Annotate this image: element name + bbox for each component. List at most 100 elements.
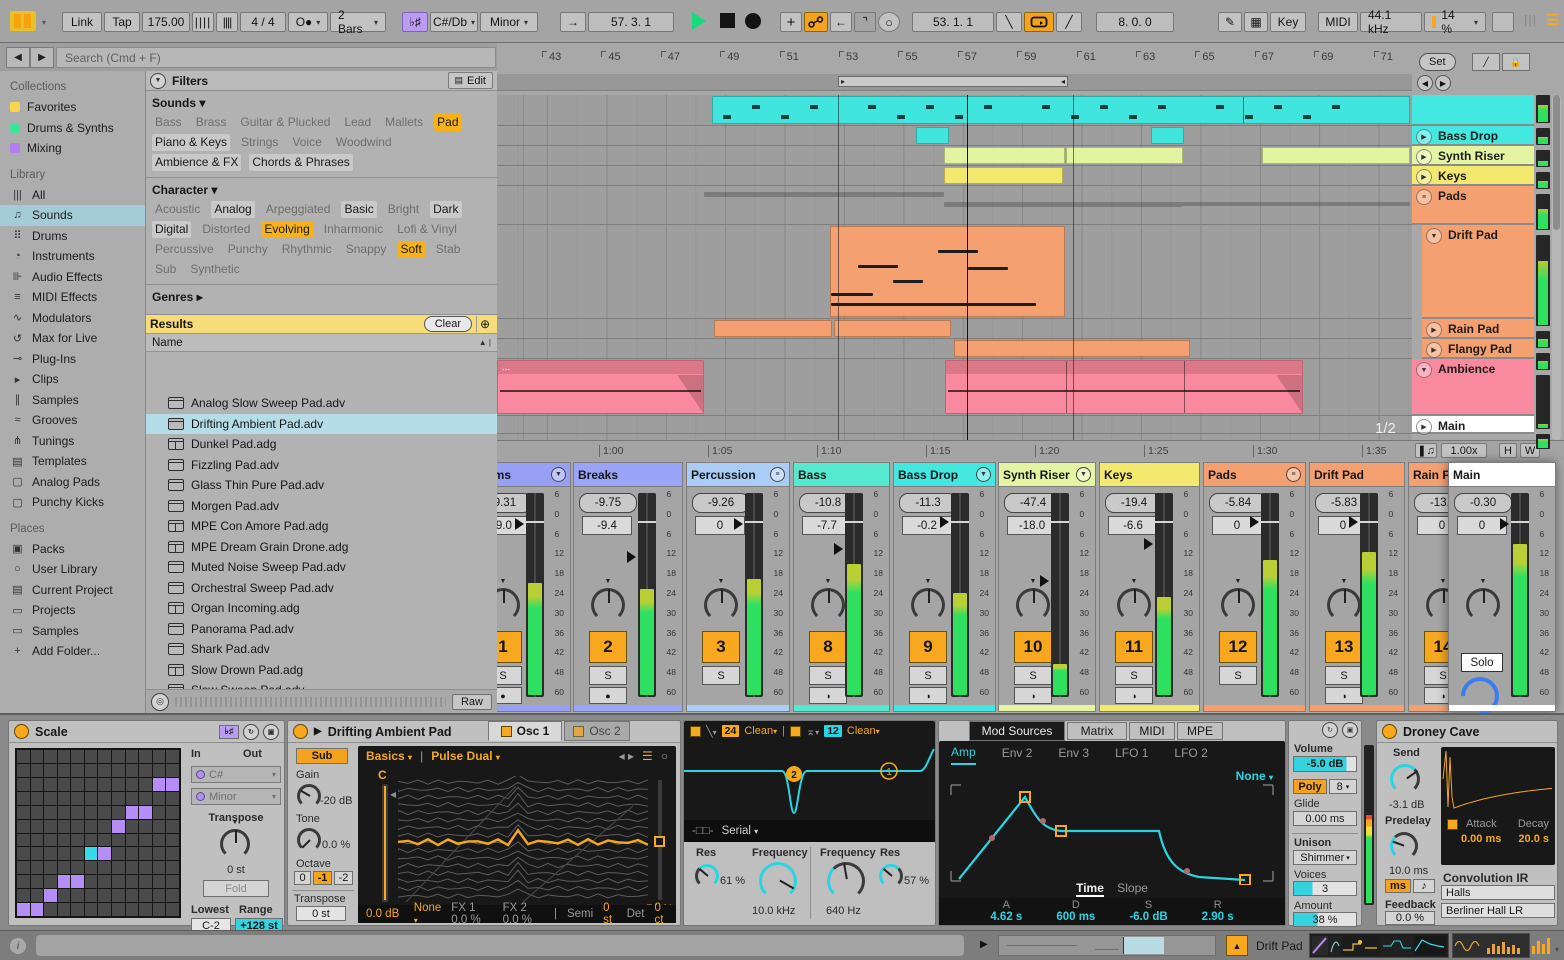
wavetable-position-slider[interactable] [654, 780, 665, 900]
result-item[interactable]: Dunkel Pad.adg [146, 434, 497, 455]
filter-tag-punchy[interactable]: Punchy [225, 241, 271, 258]
sidebar-item-tunings[interactable]: ⋔ Tunings [0, 431, 145, 452]
scale-grid-cell[interactable] [30, 750, 44, 763]
scale-grid-cell[interactable] [139, 875, 152, 889]
lane-drums[interactable] [497, 95, 1412, 126]
sidebar-item-current-project[interactable]: ▤ Current Project [0, 580, 145, 601]
filter-tag-snappy[interactable]: Snappy [343, 241, 390, 258]
scale-grid-cell[interactable] [139, 889, 152, 903]
sub-button[interactable]: Sub [296, 748, 348, 764]
filter-tag-ambience-fx[interactable]: Ambience & FX [152, 154, 242, 171]
scale-grid-cell[interactable] [71, 833, 84, 847]
raw-button[interactable]: Raw [451, 693, 492, 710]
track-name[interactable]: Drift Pad [1448, 228, 1498, 242]
loop-toggle-button[interactable] [1024, 12, 1054, 32]
scale-grid-cell[interactable] [71, 750, 84, 763]
track-number-button[interactable]: 13 [1325, 631, 1363, 663]
strip-header-icon[interactable]: ≡ [770, 467, 785, 482]
scale-grid-cell[interactable] [84, 750, 98, 763]
result-item[interactable]: Analog Slow Sweep Pad.adv [146, 393, 497, 414]
filter-tag-digital[interactable]: Digital [152, 221, 192, 238]
filter-group-title[interactable]: Genres ▸ [152, 290, 491, 304]
track-header-rain-pad[interactable]: ▶ Rain Pad [1422, 319, 1534, 339]
scale-grid-cell[interactable] [125, 750, 139, 763]
track-number-button[interactable]: 8 [809, 631, 847, 663]
env-tab-lfo1[interactable]: LFO 1 [1115, 744, 1148, 764]
scale-grid-cell[interactable] [84, 791, 98, 805]
scale-grid-cell[interactable] [57, 889, 71, 903]
wavetable-display[interactable]: Basics ▾ | Pulse Dual ▾ ◂ ▸ ☰ ○ C ◀ 51 % [358, 746, 676, 926]
scale-grid-cell[interactable] [98, 777, 112, 791]
filter-tag-woodwind[interactable]: Woodwind [333, 134, 395, 151]
env-tab-env2[interactable]: Env 2 [1002, 744, 1033, 764]
unison-mode-select[interactable]: Shimmer ▾ [1293, 850, 1357, 865]
audition-icon[interactable]: ❚♫ [1415, 443, 1437, 458]
scale-grid-cell[interactable] [30, 763, 44, 777]
result-item[interactable]: MPE Con Amore Pad.adg [146, 516, 497, 537]
save-preset-icon[interactable]: ▣ [1342, 722, 1358, 738]
scale-grid-cell[interactable] [44, 847, 57, 861]
scale-mode-select[interactable]: Minor ▾ [191, 788, 281, 805]
clip[interactable] [944, 147, 1065, 164]
sidebar-item-drums-synths[interactable]: Drums & Synths [0, 118, 145, 139]
ms-button[interactable]: ms [1385, 879, 1411, 893]
scale-grid-cell[interactable] [84, 763, 98, 777]
scale-grid-cell[interactable] [44, 763, 57, 777]
filter-tag-synthetic[interactable]: Synthetic [187, 261, 242, 278]
filter1-circuit[interactable]: Clean▾ [744, 725, 777, 737]
sidebar-item-modulators[interactable]: ∿ Modulators [0, 308, 145, 329]
mpe-circle-button[interactable]: ○ [878, 12, 900, 32]
clip[interactable] [714, 320, 832, 337]
fold-icon[interactable]: ▼ [1426, 228, 1442, 244]
scale-grid[interactable] [15, 748, 181, 918]
scale-grid-cell[interactable] [98, 847, 112, 861]
fold-icon[interactable]: ▼ [1416, 362, 1432, 378]
punch-in-button[interactable]: ╲ [996, 12, 1022, 32]
track-number-button[interactable]: 12 [1219, 631, 1257, 663]
output-level-icon[interactable]: ▾ [1532, 938, 1559, 954]
clear-filters-button[interactable]: Clear [423, 316, 472, 332]
scale-grid-cell[interactable] [71, 903, 84, 916]
strip-header[interactable]: Keys [1100, 463, 1199, 487]
shape-toggle[interactable] [1447, 818, 1458, 830]
scale-grid-cell[interactable] [84, 805, 98, 819]
track-name[interactable]: Bass Drop [1438, 129, 1498, 143]
filter-tag-percussive[interactable]: Percussive [152, 241, 217, 258]
scale-grid-cell[interactable] [98, 903, 112, 916]
ir-file-select[interactable]: Berliner Hall LR [1441, 903, 1555, 918]
clip[interactable] [954, 340, 1190, 357]
scale-grid-cell[interactable] [98, 805, 112, 819]
punch-out-button[interactable]: ╱ [1056, 12, 1082, 32]
scale-grid-cell[interactable] [152, 847, 166, 861]
scale-grid-cell[interactable] [112, 889, 125, 903]
env-tab-env3[interactable]: Env 3 [1058, 744, 1089, 764]
gain-value[interactable]: -18.0 [1007, 516, 1057, 535]
predelay-knob[interactable] [1387, 829, 1421, 863]
computer-midi-keyboard-button[interactable]: ▦ [1244, 12, 1268, 32]
filter-tag-stab[interactable]: Stab [433, 241, 464, 258]
track-number-button[interactable]: 2 [589, 631, 627, 663]
fade-toggle-button[interactable]: ╱ [1472, 53, 1500, 71]
filter-tag-basic[interactable]: Basic [341, 201, 377, 218]
menu-hamburger-icon[interactable]: ☰ [1546, 11, 1559, 29]
sidebar-item-grooves[interactable]: ≈ Grooves [0, 410, 145, 431]
lane-ambience[interactable]: ... [497, 359, 1412, 416]
osc-pitch-note[interactable]: C [378, 768, 387, 782]
filter-tag-soft[interactable]: Soft [397, 241, 425, 258]
draw-mode-button[interactable]: ✎ [1218, 12, 1242, 32]
scale-grid-cell[interactable] [30, 777, 44, 791]
scale-grid-cell[interactable] [166, 861, 179, 875]
scale-root-select[interactable]: C# ▾ [191, 766, 281, 783]
sidebar-item-user-library[interactable]: ○ User Library [0, 559, 145, 580]
scale-grid-cell[interactable] [139, 819, 152, 833]
det-value[interactable]: 0 ct [655, 902, 668, 926]
stop-button[interactable] [720, 13, 735, 28]
lane-drift-pad[interactable] [497, 225, 1412, 319]
sync-note-button[interactable]: ♪ [1413, 879, 1435, 893]
sidebar-item-drums[interactable]: ⠿ Drums [0, 226, 145, 247]
scale-grid-cell[interactable] [17, 903, 30, 916]
clip[interactable] [1066, 147, 1183, 164]
filter-tag-analog[interactable]: Analog [211, 201, 255, 218]
height-zoom-button[interactable]: H [1499, 443, 1517, 458]
scale-grid-cell[interactable] [152, 777, 166, 791]
